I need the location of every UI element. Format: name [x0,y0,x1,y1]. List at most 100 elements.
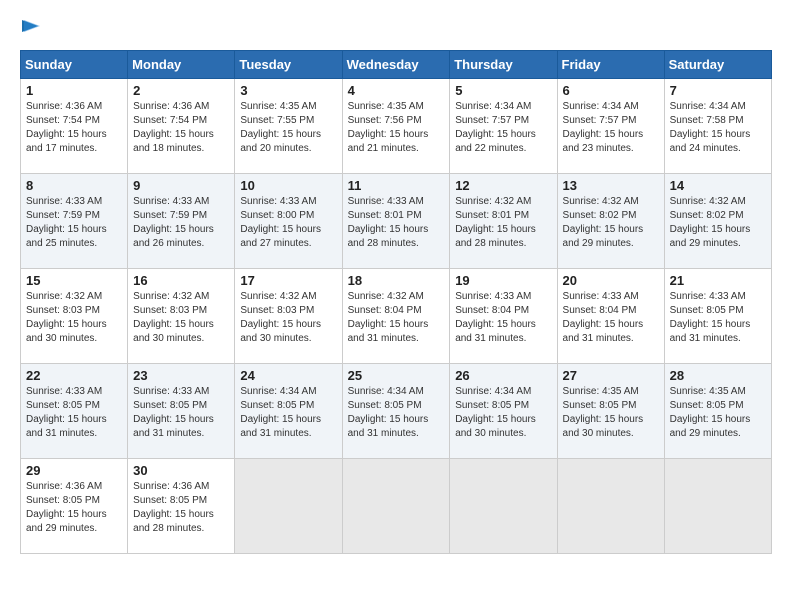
day-number: 9 [133,178,229,193]
calendar-day-cell: 4 Sunrise: 4:35 AMSunset: 7:56 PMDaylight… [342,79,450,174]
logo-flag-icon [22,20,42,40]
calendar-day-cell: 2 Sunrise: 4:36 AMSunset: 7:54 PMDaylight… [128,79,235,174]
calendar-day-cell: 7Sunrise: 4:34 AMSunset: 7:58 PMDaylight… [664,79,771,174]
day-info: Sunrise: 4:36 AMSunset: 7:54 PMDaylight:… [133,100,229,156]
day-number: 26 [455,368,551,383]
day-info: Sunrise: 4:32 AMSunset: 8:02 PMDaylight:… [670,195,766,251]
day-number: 27 [563,368,659,383]
day-number: 8 [26,178,122,193]
day-number: 22 [26,368,122,383]
calendar-day-header: Monday [128,51,235,79]
calendar-day-cell: 16Sunrise: 4:32 AMSunset: 8:03 PMDayligh… [128,269,235,364]
calendar-day-header: Friday [557,51,664,79]
day-number: 30 [133,463,229,478]
day-info: Sunrise: 4:33 AMSunset: 8:05 PMDaylight:… [133,385,229,441]
day-number: 17 [240,273,336,288]
calendar-day-cell: 5 Sunrise: 4:34 AMSunset: 7:57 PMDaylight… [450,79,557,174]
calendar-day-cell: 18 Sunrise: 4:32 AMSunset: 8:04 PMDayligh… [342,269,450,364]
calendar-day-cell: 22 Sunrise: 4:33 AMSunset: 8:05 PMDayligh… [21,364,128,459]
day-info: Sunrise: 4:33 AMSunset: 8:01 PMDaylight:… [348,195,445,251]
calendar-day-cell [450,459,557,554]
calendar-day-cell: 8 Sunrise: 4:33 AMSunset: 7:59 PMDaylight… [21,174,128,269]
day-info: Sunrise: 4:34 AMSunset: 8:05 PMDaylight:… [455,385,551,441]
logo [20,20,42,40]
day-info: Sunrise: 4:34 AMSunset: 8:05 PMDaylight:… [348,385,445,441]
day-number: 5 [455,83,551,98]
day-number: 11 [348,178,445,193]
calendar-day-cell: 20Sunrise: 4:33 AMSunset: 8:04 PMDayligh… [557,269,664,364]
day-number: 14 [670,178,766,193]
calendar-day-cell: 10 Sunrise: 4:33 AMSunset: 8:00 PMDayligh… [235,174,342,269]
day-number: 23 [133,368,229,383]
calendar-day-cell: 28 Sunrise: 4:35 AMSunset: 8:05 PMDayligh… [664,364,771,459]
calendar-day-cell: 24 Sunrise: 4:34 AMSunset: 8:05 PMDayligh… [235,364,342,459]
calendar-week-row: 1 Sunrise: 4:36 AMSunset: 7:54 PMDaylight… [21,79,772,174]
day-info: Sunrise: 4:35 AMSunset: 7:56 PMDaylight:… [348,100,445,156]
day-number: 21 [670,273,766,288]
day-info: Sunrise: 4:34 AMSunset: 7:57 PMDaylight:… [455,100,551,156]
day-info: Sunrise: 4:32 AMSunset: 8:03 PMDaylight:… [240,290,336,346]
calendar-week-row: 15 Sunrise: 4:32 AMSunset: 8:03 PMDayligh… [21,269,772,364]
calendar-day-cell: 25 Sunrise: 4:34 AMSunset: 8:05 PMDayligh… [342,364,450,459]
day-info: Sunrise: 4:33 AMSunset: 8:00 PMDaylight:… [240,195,336,251]
day-number: 12 [455,178,551,193]
calendar-day-cell [557,459,664,554]
calendar-day-cell: 11 Sunrise: 4:33 AMSunset: 8:01 PMDayligh… [342,174,450,269]
day-info: Sunrise: 4:35 AMSunset: 8:05 PMDaylight:… [563,385,659,441]
day-info: Sunrise: 4:33 AMSunset: 7:59 PMDaylight:… [133,195,229,251]
day-info: Sunrise: 4:34 AMSunset: 8:05 PMDaylight:… [240,385,336,441]
calendar-day-cell: 29 Sunrise: 4:36 AMSunset: 8:05 PMDayligh… [21,459,128,554]
calendar-day-cell: 17 Sunrise: 4:32 AMSunset: 8:03 PMDayligh… [235,269,342,364]
calendar-day-cell: 30 Sunrise: 4:36 AMSunset: 8:05 PMDayligh… [128,459,235,554]
day-number: 29 [26,463,122,478]
calendar-header-row: SundayMondayTuesdayWednesdayThursdayFrid… [21,51,772,79]
day-number: 25 [348,368,445,383]
day-number: 10 [240,178,336,193]
day-number: 6 [563,83,659,98]
day-info: Sunrise: 4:33 AMSunset: 8:04 PMDaylight:… [563,290,659,346]
day-info: Sunrise: 4:36 AMSunset: 8:05 PMDaylight:… [26,480,122,536]
day-info: Sunrise: 4:33 AMSunset: 8:05 PMDaylight:… [26,385,122,441]
calendar-week-row: 8 Sunrise: 4:33 AMSunset: 7:59 PMDaylight… [21,174,772,269]
calendar-day-cell [342,459,450,554]
calendar-day-cell: 12 Sunrise: 4:32 AMSunset: 8:01 PMDayligh… [450,174,557,269]
day-number: 13 [563,178,659,193]
calendar-day-cell: 13 Sunrise: 4:32 AMSunset: 8:02 PMDayligh… [557,174,664,269]
day-number: 3 [240,83,336,98]
day-info: Sunrise: 4:32 AMSunset: 8:01 PMDaylight:… [455,195,551,251]
calendar-day-cell: 26 Sunrise: 4:34 AMSunset: 8:05 PMDayligh… [450,364,557,459]
day-number: 18 [348,273,445,288]
calendar-day-cell [664,459,771,554]
day-info: Sunrise: 4:34 AMSunset: 7:58 PMDaylight:… [670,100,766,156]
day-info: Sunrise: 4:36 AMSunset: 7:54 PMDaylight:… [26,100,122,156]
calendar-day-header: Saturday [664,51,771,79]
day-info: Sunrise: 4:35 AMSunset: 7:55 PMDaylight:… [240,100,336,156]
day-info: Sunrise: 4:32 AMSunset: 8:03 PMDaylight:… [26,290,122,346]
day-number: 1 [26,83,122,98]
calendar-week-row: 29 Sunrise: 4:36 AMSunset: 8:05 PMDayligh… [21,459,772,554]
day-info: Sunrise: 4:36 AMSunset: 8:05 PMDaylight:… [133,480,229,536]
page-header [20,20,772,40]
calendar-day-cell: 1 Sunrise: 4:36 AMSunset: 7:54 PMDaylight… [21,79,128,174]
calendar-day-header: Thursday [450,51,557,79]
day-number: 28 [670,368,766,383]
calendar-day-header: Wednesday [342,51,450,79]
calendar-day-cell [235,459,342,554]
calendar-day-cell: 9 Sunrise: 4:33 AMSunset: 7:59 PMDaylight… [128,174,235,269]
day-number: 16 [133,273,229,288]
day-info: Sunrise: 4:35 AMSunset: 8:05 PMDaylight:… [670,385,766,441]
day-number: 4 [348,83,445,98]
calendar-day-cell: 15 Sunrise: 4:32 AMSunset: 8:03 PMDayligh… [21,269,128,364]
day-number: 24 [240,368,336,383]
calendar-day-cell: 23 Sunrise: 4:33 AMSunset: 8:05 PMDayligh… [128,364,235,459]
day-number: 15 [26,273,122,288]
calendar-day-cell: 21Sunrise: 4:33 AMSunset: 8:05 PMDayligh… [664,269,771,364]
day-info: Sunrise: 4:33 AMSunset: 8:04 PMDaylight:… [455,290,551,346]
day-number: 2 [133,83,229,98]
day-info: Sunrise: 4:32 AMSunset: 8:02 PMDaylight:… [563,195,659,251]
day-info: Sunrise: 4:33 AMSunset: 7:59 PMDaylight:… [26,195,122,251]
calendar-day-header: Sunday [21,51,128,79]
day-info: Sunrise: 4:34 AMSunset: 7:57 PMDaylight:… [563,100,659,156]
day-info: Sunrise: 4:32 AMSunset: 8:04 PMDaylight:… [348,290,445,346]
calendar-day-cell: 3 Sunrise: 4:35 AMSunset: 7:55 PMDaylight… [235,79,342,174]
